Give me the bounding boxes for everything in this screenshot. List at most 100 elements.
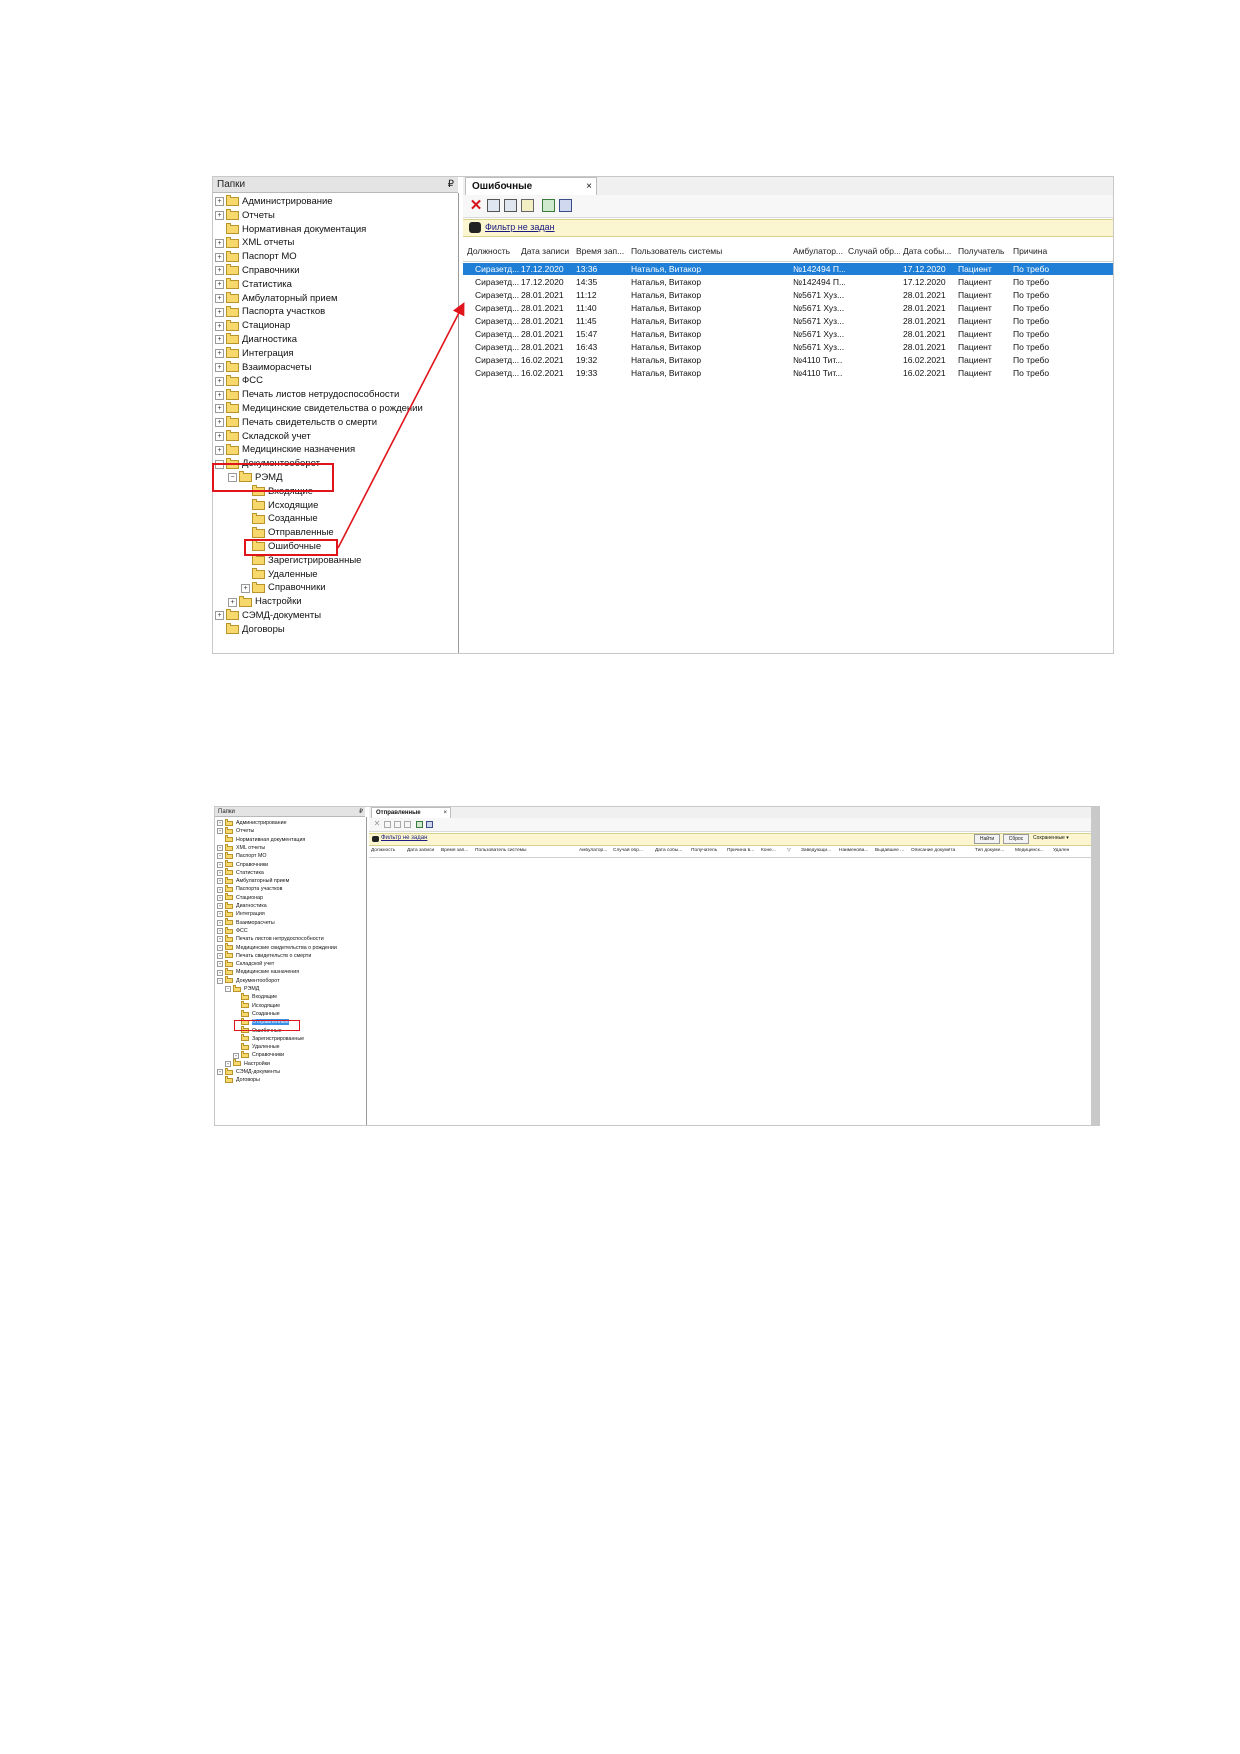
tree-item[interactable]: + ФСС <box>217 926 248 935</box>
tree-item[interactable]: + Медицинские свидетельства о рождении <box>217 943 337 952</box>
expand-icon[interactable]: + <box>217 886 223 893</box>
binoculars-icon <box>372 836 379 842</box>
tree-item[interactable]: Договоры <box>217 1075 260 1084</box>
tree-item-label: Паспорт МО <box>236 853 267 860</box>
column-header[interactable]: Пользователь системы <box>475 848 577 853</box>
column-header[interactable]: ▽ <box>787 848 799 853</box>
tree-item[interactable]: Созданные <box>233 1009 280 1018</box>
folder-icon <box>225 976 233 984</box>
expand-icon[interactable]: + <box>217 878 223 885</box>
tree-connector <box>233 1003 239 1009</box>
expand-icon[interactable]: + <box>217 869 223 876</box>
expand-icon[interactable]: + <box>217 828 223 835</box>
folder-icon <box>225 826 233 834</box>
tree-item-label: Договоры <box>236 1077 260 1084</box>
column-header[interactable]: Медицинск... <box>1015 848 1051 853</box>
column-header[interactable]: Случай обр... <box>613 848 653 853</box>
folder-icon <box>225 968 233 976</box>
expand-icon[interactable]: + <box>217 961 223 968</box>
filter-status-link[interactable]: Фильтр не задан <box>381 835 427 841</box>
pin-icon[interactable]: ₽ <box>359 807 363 817</box>
column-header[interactable]: Наименова... <box>839 848 873 853</box>
tree-item[interactable]: + Медицинские назначения <box>217 968 299 976</box>
column-header[interactable]: Амбулатор... <box>579 848 611 853</box>
column-header[interactable]: Выдавшее ... <box>875 848 909 853</box>
saved-filters-dropdown[interactable]: Сохраненные ▾ <box>1033 835 1069 841</box>
expand-icon[interactable]: + <box>217 936 223 943</box>
folder-icon <box>225 959 233 967</box>
expand-icon[interactable]: + <box>217 911 223 918</box>
export-icon[interactable] <box>426 821 433 828</box>
collapse-icon[interactable]: − <box>217 977 223 984</box>
tree-item-label: СЭМД-документы <box>236 1069 281 1075</box>
expand-icon[interactable]: + <box>217 903 223 910</box>
column-header[interactable]: Должность <box>371 848 405 853</box>
column-header[interactable]: Тип докуме... <box>975 848 1013 853</box>
column-header[interactable]: Получатель <box>691 848 725 853</box>
tree-item-label: Медицинские назначения <box>236 969 300 976</box>
folder-icon <box>225 926 233 934</box>
tree-item-label: Диагностика <box>236 903 267 909</box>
screenshot-sent-folder: Папки ₽ + Администрирование + Отчеты Нормати… <box>214 806 1100 1126</box>
tree-item[interactable]: + Печать свидетельств о смерти <box>217 951 311 960</box>
column-header[interactable]: Причина в... <box>727 848 759 853</box>
folder-icon <box>225 1067 233 1075</box>
toolbar: ✕ <box>369 818 1091 832</box>
tree-item[interactable]: − Документооборот <box>217 976 280 985</box>
folder-icon <box>225 876 233 884</box>
tree-item-label: Документооборот <box>236 977 280 984</box>
collapse-icon[interactable]: − <box>225 986 231 993</box>
column-header[interactable]: Описание докуме́та <box>911 848 973 853</box>
tree-connector <box>233 1011 239 1017</box>
tab-sent[interactable]: Отправленные × <box>371 807 451 818</box>
column-header[interactable]: Удален <box>1053 848 1087 853</box>
tree-item[interactable]: Удаленные <box>233 1042 280 1051</box>
find-button[interactable]: Найти <box>974 834 1000 844</box>
tree-item[interactable]: + Настройки <box>225 1059 270 1068</box>
column-header[interactable]: Заведующи... <box>801 848 837 853</box>
tree-connector <box>217 1077 223 1083</box>
expand-icon[interactable]: + <box>217 861 223 868</box>
tree-connector <box>233 1044 239 1050</box>
tree-item-label: Печать листов нетрудоспособности <box>236 936 324 943</box>
tree-item[interactable]: + Справочники <box>233 1051 284 1059</box>
refresh-icon[interactable] <box>416 821 423 828</box>
close-tab-icon[interactable]: × <box>443 808 447 818</box>
vertical-scrollbar[interactable] <box>1091 807 1099 1125</box>
reset-button[interactable]: Сброс <box>1003 834 1029 844</box>
expand-icon[interactable]: + <box>225 1060 231 1067</box>
expand-icon[interactable]: + <box>217 952 223 959</box>
edit-icon[interactable] <box>404 821 411 828</box>
column-header[interactable]: Время зап... <box>441 848 473 853</box>
column-header[interactable]: Дата записи <box>407 848 439 853</box>
folder-icon <box>241 1051 249 1059</box>
column-header[interactable]: Коне... <box>761 848 785 853</box>
column-header[interactable]: Дата собы... <box>655 848 689 853</box>
tree-item[interactable]: Входящие <box>233 992 277 1001</box>
expand-icon[interactable]: + <box>217 845 223 852</box>
tree-item[interactable]: + Печать листов нетрудоспособности <box>217 934 324 943</box>
expand-icon[interactable]: + <box>217 928 223 935</box>
folder-view-panel: Отправленные × ✕ Фильтр не задан Найти С… <box>369 807 1091 1125</box>
expand-icon[interactable]: + <box>217 820 223 827</box>
tree-item[interactable]: + Отчеты <box>217 826 255 835</box>
expand-icon[interactable]: + <box>217 853 223 860</box>
expand-icon[interactable]: + <box>217 894 223 901</box>
tree-item[interactable]: + Стационар <box>217 893 263 902</box>
tree-item-label: Отчеты <box>236 828 255 835</box>
paste-icon[interactable] <box>394 821 401 828</box>
expand-icon[interactable]: + <box>233 1052 239 1059</box>
tree-item[interactable]: Нормативная документация <box>217 835 305 844</box>
tree-item-label: Интеграция <box>236 911 265 918</box>
folder-icon <box>225 885 233 893</box>
copy-icon[interactable] <box>384 821 391 828</box>
folder-tree: + Администрирование + Отчеты Нормативная док… <box>215 817 367 1125</box>
delete-icon[interactable]: ✕ <box>373 820 381 828</box>
expand-icon[interactable]: + <box>217 969 223 976</box>
folder-icon <box>225 818 233 826</box>
expand-icon[interactable]: + <box>217 944 223 951</box>
folder-icon <box>225 835 233 843</box>
tree-item[interactable]: + Амбулаторный прием <box>217 876 289 885</box>
expand-icon[interactable]: + <box>217 1069 223 1076</box>
expand-icon[interactable]: + <box>217 919 223 926</box>
